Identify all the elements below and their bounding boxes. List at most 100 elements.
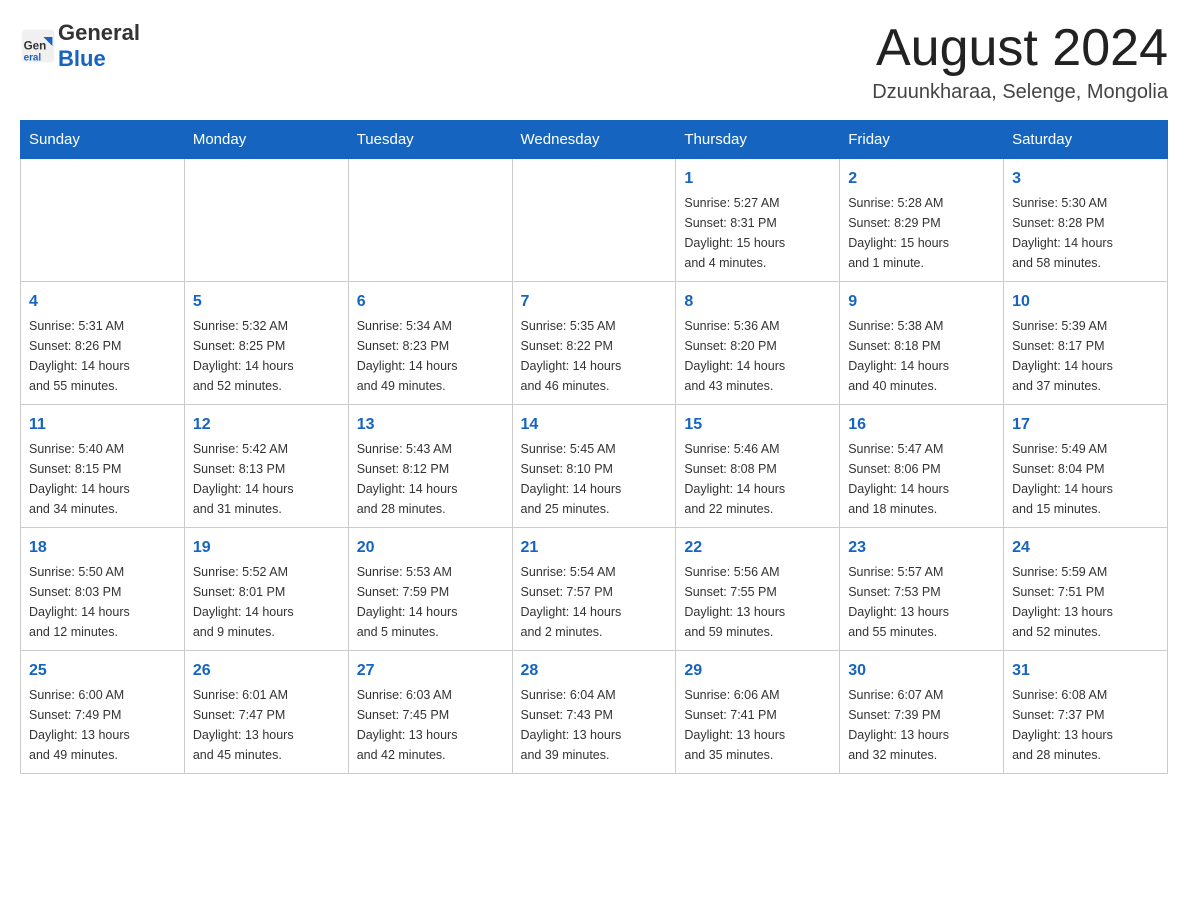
sun-info: Sunrise: 5:28 AM Sunset: 8:29 PM Dayligh… — [848, 193, 995, 273]
calendar-cell: 12Sunrise: 5:42 AM Sunset: 8:13 PM Dayli… — [184, 405, 348, 528]
day-number: 26 — [193, 659, 340, 683]
day-number: 12 — [193, 413, 340, 437]
sun-info: Sunrise: 5:36 AM Sunset: 8:20 PM Dayligh… — [684, 316, 831, 396]
day-number: 23 — [848, 536, 995, 560]
weekday-header-sunday: Sunday — [21, 121, 185, 159]
day-number: 28 — [521, 659, 668, 683]
sun-info: Sunrise: 5:43 AM Sunset: 8:12 PM Dayligh… — [357, 439, 504, 519]
calendar-cell: 25Sunrise: 6:00 AM Sunset: 7:49 PM Dayli… — [21, 651, 185, 774]
sun-info: Sunrise: 5:47 AM Sunset: 8:06 PM Dayligh… — [848, 439, 995, 519]
title-area: August 2024 Dzuunkharaa, Selenge, Mongol… — [872, 20, 1168, 104]
calendar-cell: 8Sunrise: 5:36 AM Sunset: 8:20 PM Daylig… — [676, 282, 840, 405]
day-number: 16 — [848, 413, 995, 437]
logo: Gen eral General Blue — [20, 20, 140, 72]
calendar-cell — [512, 159, 676, 282]
calendar-cell — [348, 159, 512, 282]
calendar-cell: 16Sunrise: 5:47 AM Sunset: 8:06 PM Dayli… — [840, 405, 1004, 528]
day-number: 18 — [29, 536, 176, 560]
sun-info: Sunrise: 5:52 AM Sunset: 8:01 PM Dayligh… — [193, 562, 340, 642]
weekday-header-saturday: Saturday — [1004, 121, 1168, 159]
calendar-cell: 14Sunrise: 5:45 AM Sunset: 8:10 PM Dayli… — [512, 405, 676, 528]
calendar-cell: 28Sunrise: 6:04 AM Sunset: 7:43 PM Dayli… — [512, 651, 676, 774]
calendar-cell: 2Sunrise: 5:28 AM Sunset: 8:29 PM Daylig… — [840, 159, 1004, 282]
day-number: 21 — [521, 536, 668, 560]
weekday-header-thursday: Thursday — [676, 121, 840, 159]
sun-info: Sunrise: 6:08 AM Sunset: 7:37 PM Dayligh… — [1012, 685, 1159, 765]
calendar-cell: 6Sunrise: 5:34 AM Sunset: 8:23 PM Daylig… — [348, 282, 512, 405]
weekday-header-wednesday: Wednesday — [512, 121, 676, 159]
sun-info: Sunrise: 6:07 AM Sunset: 7:39 PM Dayligh… — [848, 685, 995, 765]
sun-info: Sunrise: 5:59 AM Sunset: 7:51 PM Dayligh… — [1012, 562, 1159, 642]
calendar-cell: 1Sunrise: 5:27 AM Sunset: 8:31 PM Daylig… — [676, 159, 840, 282]
day-number: 20 — [357, 536, 504, 560]
calendar-cell: 4Sunrise: 5:31 AM Sunset: 8:26 PM Daylig… — [21, 282, 185, 405]
location-title: Dzuunkharaa, Selenge, Mongolia — [872, 81, 1168, 104]
svg-text:eral: eral — [24, 52, 42, 63]
calendar-cell: 17Sunrise: 5:49 AM Sunset: 8:04 PM Dayli… — [1004, 405, 1168, 528]
calendar-cell: 3Sunrise: 5:30 AM Sunset: 8:28 PM Daylig… — [1004, 159, 1168, 282]
day-number: 24 — [1012, 536, 1159, 560]
weekday-header-monday: Monday — [184, 121, 348, 159]
sun-info: Sunrise: 5:46 AM Sunset: 8:08 PM Dayligh… — [684, 439, 831, 519]
week-row-1: 1Sunrise: 5:27 AM Sunset: 8:31 PM Daylig… — [21, 159, 1168, 282]
day-number: 17 — [1012, 413, 1159, 437]
sun-info: Sunrise: 6:00 AM Sunset: 7:49 PM Dayligh… — [29, 685, 176, 765]
sun-info: Sunrise: 5:49 AM Sunset: 8:04 PM Dayligh… — [1012, 439, 1159, 519]
calendar-cell: 13Sunrise: 5:43 AM Sunset: 8:12 PM Dayli… — [348, 405, 512, 528]
calendar-cell: 29Sunrise: 6:06 AM Sunset: 7:41 PM Dayli… — [676, 651, 840, 774]
calendar-cell: 30Sunrise: 6:07 AM Sunset: 7:39 PM Dayli… — [840, 651, 1004, 774]
sun-info: Sunrise: 5:50 AM Sunset: 8:03 PM Dayligh… — [29, 562, 176, 642]
month-title: August 2024 — [872, 20, 1168, 77]
sun-info: Sunrise: 5:40 AM Sunset: 8:15 PM Dayligh… — [29, 439, 176, 519]
sun-info: Sunrise: 6:03 AM Sunset: 7:45 PM Dayligh… — [357, 685, 504, 765]
day-number: 9 — [848, 290, 995, 314]
calendar-cell: 18Sunrise: 5:50 AM Sunset: 8:03 PM Dayli… — [21, 528, 185, 651]
sun-info: Sunrise: 5:39 AM Sunset: 8:17 PM Dayligh… — [1012, 316, 1159, 396]
sun-info: Sunrise: 5:56 AM Sunset: 7:55 PM Dayligh… — [684, 562, 831, 642]
calendar-cell: 10Sunrise: 5:39 AM Sunset: 8:17 PM Dayli… — [1004, 282, 1168, 405]
calendar-cell: 7Sunrise: 5:35 AM Sunset: 8:22 PM Daylig… — [512, 282, 676, 405]
logo-icon: Gen eral — [20, 28, 56, 64]
calendar-cell: 15Sunrise: 5:46 AM Sunset: 8:08 PM Dayli… — [676, 405, 840, 528]
week-row-5: 25Sunrise: 6:00 AM Sunset: 7:49 PM Dayli… — [21, 651, 1168, 774]
calendar-cell: 22Sunrise: 5:56 AM Sunset: 7:55 PM Dayli… — [676, 528, 840, 651]
calendar-table: SundayMondayTuesdayWednesdayThursdayFrid… — [20, 120, 1168, 774]
day-number: 14 — [521, 413, 668, 437]
sun-info: Sunrise: 5:54 AM Sunset: 7:57 PM Dayligh… — [521, 562, 668, 642]
day-number: 2 — [848, 167, 995, 191]
calendar-cell: 24Sunrise: 5:59 AM Sunset: 7:51 PM Dayli… — [1004, 528, 1168, 651]
day-number: 4 — [29, 290, 176, 314]
sun-info: Sunrise: 5:34 AM Sunset: 8:23 PM Dayligh… — [357, 316, 504, 396]
calendar-cell: 26Sunrise: 6:01 AM Sunset: 7:47 PM Dayli… — [184, 651, 348, 774]
sun-info: Sunrise: 5:35 AM Sunset: 8:22 PM Dayligh… — [521, 316, 668, 396]
calendar-cell: 20Sunrise: 5:53 AM Sunset: 7:59 PM Dayli… — [348, 528, 512, 651]
day-number: 15 — [684, 413, 831, 437]
calendar-cell: 19Sunrise: 5:52 AM Sunset: 8:01 PM Dayli… — [184, 528, 348, 651]
calendar-cell: 27Sunrise: 6:03 AM Sunset: 7:45 PM Dayli… — [348, 651, 512, 774]
day-number: 6 — [357, 290, 504, 314]
day-number: 8 — [684, 290, 831, 314]
weekday-header-friday: Friday — [840, 121, 1004, 159]
sun-info: Sunrise: 5:42 AM Sunset: 8:13 PM Dayligh… — [193, 439, 340, 519]
day-number: 31 — [1012, 659, 1159, 683]
weekday-header-row: SundayMondayTuesdayWednesdayThursdayFrid… — [21, 121, 1168, 159]
week-row-3: 11Sunrise: 5:40 AM Sunset: 8:15 PM Dayli… — [21, 405, 1168, 528]
day-number: 27 — [357, 659, 504, 683]
sun-info: Sunrise: 5:45 AM Sunset: 8:10 PM Dayligh… — [521, 439, 668, 519]
day-number: 10 — [1012, 290, 1159, 314]
calendar-cell: 5Sunrise: 5:32 AM Sunset: 8:25 PM Daylig… — [184, 282, 348, 405]
day-number: 3 — [1012, 167, 1159, 191]
day-number: 29 — [684, 659, 831, 683]
day-number: 13 — [357, 413, 504, 437]
calendar-cell — [21, 159, 185, 282]
sun-info: Sunrise: 5:31 AM Sunset: 8:26 PM Dayligh… — [29, 316, 176, 396]
day-number: 30 — [848, 659, 995, 683]
calendar-cell — [184, 159, 348, 282]
day-number: 25 — [29, 659, 176, 683]
calendar-cell: 23Sunrise: 5:57 AM Sunset: 7:53 PM Dayli… — [840, 528, 1004, 651]
day-number: 22 — [684, 536, 831, 560]
calendar-cell: 9Sunrise: 5:38 AM Sunset: 8:18 PM Daylig… — [840, 282, 1004, 405]
weekday-header-tuesday: Tuesday — [348, 121, 512, 159]
day-number: 7 — [521, 290, 668, 314]
calendar-cell: 11Sunrise: 5:40 AM Sunset: 8:15 PM Dayli… — [21, 405, 185, 528]
